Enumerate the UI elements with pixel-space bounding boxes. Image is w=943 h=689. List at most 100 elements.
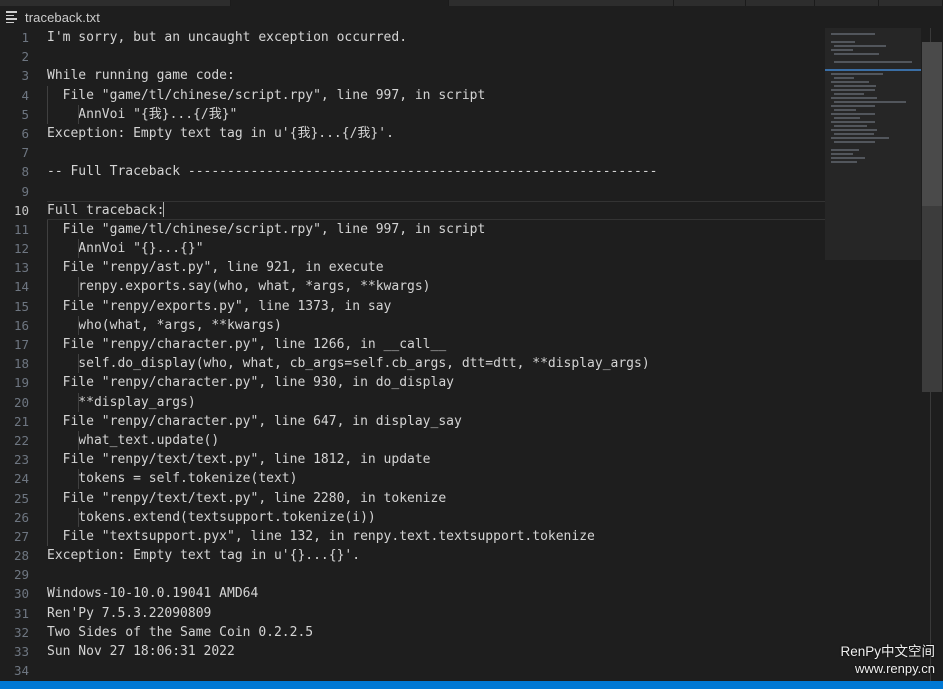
line-number: 28 [13, 548, 29, 564]
code-minimap[interactable] [825, 28, 921, 681]
minimap-code-segment [831, 49, 853, 51]
code-line-text[interactable]: Exception: Empty text tag in u'{}...{}'. [38, 546, 825, 565]
code-line-text[interactable]: AnnVoi "{}...{}" [38, 239, 825, 259]
code-line-text[interactable] [38, 182, 825, 201]
code-line-text[interactable]: File "game/tl/chinese/script.rpy", line … [38, 219, 825, 240]
code-line-text[interactable]: I'm sorry, but an uncaught exception occ… [38, 28, 825, 47]
breadcrumb-filename[interactable]: traceback.txt [25, 10, 100, 25]
minimap-row [831, 57, 917, 60]
code-line[interactable]: 4 File "game/tl/chinese/script.rpy", lin… [0, 85, 825, 105]
code-line-text[interactable]: File "renpy/character.py", line 647, in … [38, 411, 825, 431]
vertical-scrollbar[interactable] [921, 28, 943, 681]
code-line-text[interactable]: -- Full Traceback ----------------------… [38, 162, 825, 181]
code-line-text[interactable]: Windows-10-10.0.19041 AMD64 [38, 584, 825, 603]
code-line[interactable]: 6 Exception: Empty text tag in u'{我}...{/… [0, 124, 825, 143]
breadcrumb[interactable]: traceback.txt [0, 6, 943, 28]
code-line[interactable]: 30 Windows-10-10.0.19041 AMD64 [0, 584, 825, 603]
code-line[interactable]: 5 AnnVoi "{我}...{/我}" [0, 104, 825, 124]
minimap-code-segment [831, 113, 875, 115]
minimap-code-segment [831, 105, 875, 107]
minimap-row [831, 33, 917, 36]
code-line-text[interactable]: tokens = self.tokenize(text) [38, 469, 825, 489]
code-line[interactable]: 27 File "textsupport.pyx", line 132, in … [0, 526, 825, 547]
code-line[interactable]: 20 **display_args) [0, 392, 825, 412]
code-line[interactable]: 12 AnnVoi "{}...{}" [0, 239, 825, 259]
code-line[interactable]: 1 I'm sorry, but an uncaught exception oc… [0, 28, 825, 47]
code-line-text[interactable]: File "renpy/text/text.py", line 1812, in… [38, 450, 825, 470]
minimap-code-segment [831, 73, 883, 75]
code-line[interactable]: 23 File "renpy/text/text.py", line 1812,… [0, 450, 825, 470]
editor-pane[interactable]: 1 I'm sorry, but an uncaught exception oc… [0, 28, 943, 681]
code-line-text[interactable]: Full traceback: [38, 201, 825, 220]
code-lines[interactable]: 1 I'm sorry, but an uncaught exception oc… [0, 28, 825, 681]
code-line-text[interactable] [38, 143, 825, 162]
code-line-text[interactable]: renpy.exports.say(who, what, *args, **kw… [38, 277, 825, 297]
minimap-code-segment [834, 53, 879, 55]
code-line[interactable]: 26 tokens.extend(textsupport.tokenize(i)… [0, 507, 825, 527]
code-line-text[interactable]: File "renpy/ast.py", line 921, in execut… [38, 258, 825, 278]
code-line-text[interactable]: Two Sides of the Same Coin 0.2.2.5 [38, 623, 825, 642]
code-line-text[interactable]: File "game/tl/chinese/script.rpy", line … [38, 85, 825, 105]
code-line-text[interactable]: tokens.extend(textsupport.tokenize(i)) [38, 507, 825, 527]
code-line-text[interactable]: File "textsupport.pyx", line 132, in ren… [38, 526, 825, 547]
code-line[interactable]: 3 While running game code: [0, 66, 825, 85]
code-line[interactable]: 17 File "renpy/character.py", line 1266,… [0, 335, 825, 355]
code-line[interactable]: 13 File "renpy/ast.py", line 921, in exe… [0, 258, 825, 278]
scrollbar-thumb[interactable] [922, 42, 942, 206]
code-line-text[interactable] [38, 47, 825, 66]
minimap-code-segment [831, 149, 859, 151]
code-line-text[interactable]: AnnVoi "{我}...{/我}" [38, 104, 825, 124]
line-number: 5 [21, 106, 29, 122]
code-line-text[interactable]: what_text.update() [38, 430, 825, 451]
code-line[interactable]: 28 Exception: Empty text tag in u'{}...{}… [0, 546, 825, 565]
code-line-text[interactable]: Exception: Empty text tag in u'{我}...{/我… [38, 124, 825, 143]
code-line[interactable]: 8 -- Full Traceback ---------------------… [0, 162, 825, 181]
code-line[interactable]: 31 Ren'Py 7.5.3.22090809 [0, 604, 825, 623]
line-number: 31 [13, 605, 29, 621]
code-line-text[interactable]: Sun Nov 27 18:06:31 2022 [38, 642, 825, 661]
line-number: 13 [13, 260, 29, 276]
code-line[interactable]: 34 [0, 661, 825, 680]
code-line[interactable]: 10 Full traceback: [0, 200, 825, 220]
code-line-text[interactable]: **display_args) [38, 392, 825, 412]
status-bar[interactable] [0, 681, 943, 689]
code-line[interactable]: 15 File "renpy/exports.py", line 1373, i… [0, 296, 825, 316]
code-line-text[interactable] [38, 565, 825, 584]
code-line[interactable]: 11 File "game/tl/chinese/script.rpy", li… [0, 219, 825, 240]
line-number: 6 [21, 125, 29, 141]
code-line[interactable]: 2 [0, 47, 825, 66]
code-line-text[interactable]: File "renpy/exports.py", line 1373, in s… [38, 296, 825, 316]
code-line[interactable]: 32 Two Sides of the Same Coin 0.2.2.5 [0, 623, 825, 642]
line-number: 21 [13, 413, 29, 429]
text-caret [163, 201, 165, 217]
code-line[interactable]: 9 [0, 182, 825, 201]
minimap-rows [825, 33, 921, 169]
minimap-row [831, 61, 917, 64]
code-line[interactable]: 22 what_text.update() [0, 430, 825, 451]
code-line-text[interactable]: File "renpy/character.py", line 930, in … [38, 373, 825, 393]
scrollbar-thumb-lower[interactable] [922, 206, 942, 392]
code-line-text[interactable]: While running game code: [38, 66, 825, 85]
code-line-text[interactable]: who(what, *args, **kwargs) [38, 315, 825, 335]
line-number: 9 [21, 183, 29, 199]
code-line[interactable]: 21 File "renpy/character.py", line 647, … [0, 411, 825, 431]
code-line-text[interactable]: File "renpy/character.py", line 1266, in… [38, 335, 825, 355]
code-line[interactable]: 18 self.do_display(who, what, cb_args=se… [0, 354, 825, 374]
code-line[interactable]: 16 who(what, *args, **kwargs) [0, 315, 825, 335]
code-line[interactable]: 14 renpy.exports.say(who, what, *args, *… [0, 277, 825, 297]
code-line[interactable]: 24 tokens = self.tokenize(text) [0, 469, 825, 489]
code-line-text[interactable]: self.do_display(who, what, cb_args=self.… [38, 354, 825, 374]
code-line[interactable]: 29 [0, 565, 825, 584]
code-line-text[interactable]: File "renpy/text/text.py", line 2280, in… [38, 488, 825, 508]
code-line[interactable]: 25 File "renpy/text/text.py", line 2280,… [0, 488, 825, 508]
code-line[interactable]: 33 Sun Nov 27 18:06:31 2022 [0, 642, 825, 661]
code-line-text[interactable] [38, 661, 825, 680]
code-line-text[interactable]: Ren'Py 7.5.3.22090809 [38, 604, 825, 623]
minimap-row [831, 117, 917, 120]
line-number: 34 [13, 663, 29, 679]
minimap-row [831, 133, 917, 136]
code-line[interactable]: 7 [0, 143, 825, 162]
code-line[interactable]: 19 File "renpy/character.py", line 930, … [0, 373, 825, 393]
minimap-code-segment [834, 117, 860, 119]
minimap-row [831, 109, 917, 112]
